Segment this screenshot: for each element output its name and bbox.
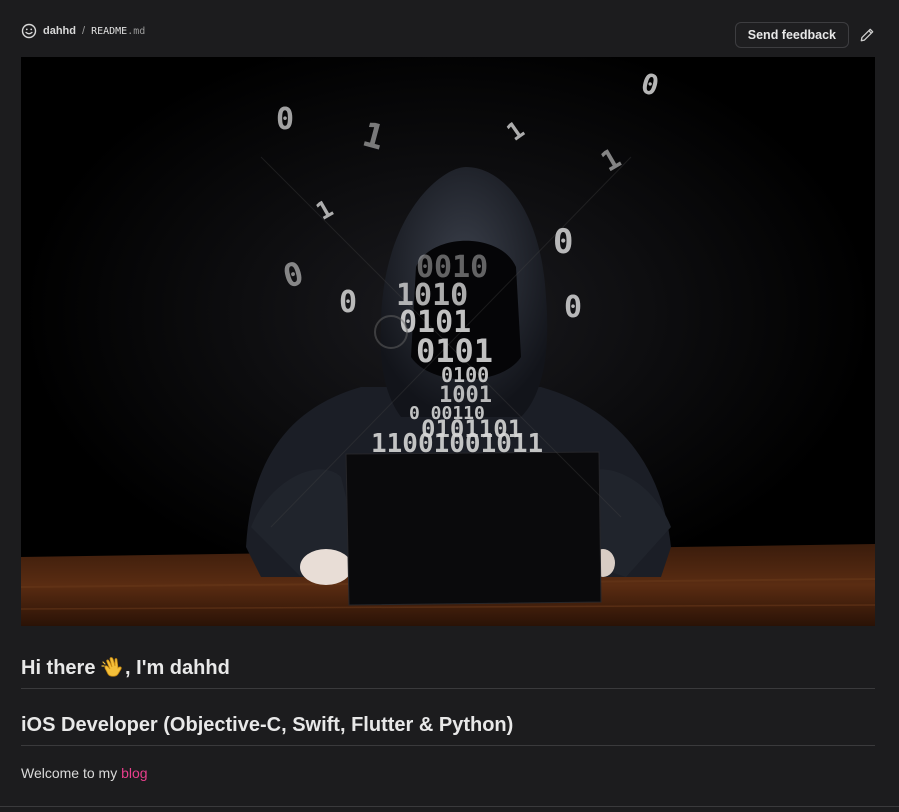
smiley-icon — [21, 23, 37, 39]
file-name-base: README — [91, 25, 128, 37]
banner-image: 0 1 1 1 0 1 0 0 0 0 0010 1010 0101 0101 … — [21, 57, 875, 626]
heading-ios-developer: iOS Developer (Objective-C, Swift, Flutt… — [21, 714, 875, 746]
breadcrumb: dahhd / README.md — [21, 23, 145, 39]
waving-hand-icon — [101, 657, 122, 677]
pencil-icon[interactable] — [859, 27, 875, 43]
svg-text:0: 0 — [339, 285, 357, 320]
heading-hello-suffix: , I'm dahhd — [125, 657, 230, 679]
repo-owner[interactable]: dahhd — [43, 25, 76, 37]
send-feedback-button[interactable]: Send feedback — [734, 22, 849, 48]
readme-panel: dahhd / README.md Send feedback 0 1 1 1 … — [0, 0, 899, 812]
path-separator: / — [82, 25, 86, 37]
header-tools: Send feedback — [734, 22, 875, 48]
svg-text:0: 0 — [276, 102, 294, 137]
readme-header: dahhd / README.md Send feedback — [21, 20, 875, 50]
svg-text:11001001011: 11001001011 — [371, 429, 543, 459]
file-name: README.md — [91, 26, 145, 37]
welcome-text: Welcome to my — [21, 765, 122, 781]
divider — [0, 806, 899, 807]
file-extension: .md — [127, 25, 146, 37]
welcome-paragraph: Welcome to my blog — [21, 765, 148, 781]
svg-text:0: 0 — [553, 222, 573, 262]
heading-hello: Hi there , I'm dahhd — [21, 656, 875, 689]
hacker-illustration: 0 1 1 1 0 1 0 0 0 0 0010 1010 0101 0101 … — [21, 57, 875, 626]
blog-link[interactable]: blog — [121, 765, 147, 781]
svg-text:0: 0 — [564, 290, 582, 325]
heading-hello-prefix: Hi there — [21, 657, 102, 679]
